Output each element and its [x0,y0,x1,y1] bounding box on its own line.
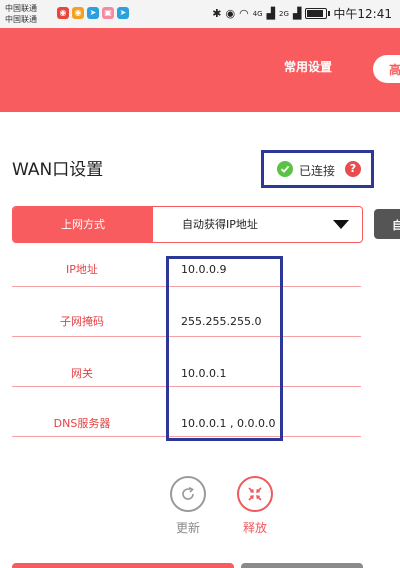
network-type-2: 2G [279,9,289,18]
help-icon[interactable]: ? [345,161,361,177]
info-label: 子网掩码 [60,315,104,328]
carrier-2: 中国联通 [5,15,37,24]
signal-2-icon: ▟ [292,6,302,20]
status-text: 已连接 [299,164,336,178]
refresh-label: 更新 [175,521,200,535]
info-label: 网关 [71,367,93,380]
eye-icon: ◉ [225,6,236,20]
network-type-1: 4G [252,9,263,18]
refresh-icon [182,486,194,500]
telegram-alt-icon: ➤ [117,7,129,19]
info-label: DNS服务器 [53,417,111,430]
app-notification-icon: ▣ [102,7,114,19]
cancel-button[interactable] [241,563,363,568]
release-action[interactable]: 释放 [233,476,277,536]
refresh-action[interactable]: 更新 [166,476,210,536]
status-bar: 中国联通 中国联通 ◉ ◉ ➤ ▣ ➤ ✱ ◉ ◠ 4G ▟ 2G ▟ 中午12… [0,0,400,28]
status-icons: ✱ ◉ ◠ 4G ▟ 2G ▟ 中午12:41 [212,5,392,22]
battery-icon [305,8,331,19]
wifi-icon: ◠ [239,6,249,20]
signal-icon: ▟ [266,6,276,20]
notification-icons: ◉ ◉ ➤ ▣ ➤ [57,7,129,19]
refresh-button[interactable] [170,476,206,512]
save-button[interactable] [12,563,234,568]
check-icon [277,161,293,177]
release-label: 释放 [242,521,267,535]
carrier-1: 中国联通 [5,4,37,13]
telegram-icon: ➤ [87,7,99,19]
info-label: IP地址 [66,263,98,276]
carrier-names: 中国联通 中国联通 [5,3,37,25]
release-button[interactable] [237,476,273,512]
bluetooth-icon: ✱ [212,6,222,20]
release-icon [248,487,262,501]
page-title: WAN口设置 [12,160,104,180]
connection-status: 已连接 ? [261,150,374,188]
clock: 中午12:41 [333,7,392,21]
side-button[interactable]: 自 [374,209,400,239]
values-highlight-box [166,256,283,441]
chevron-down-icon[interactable] [333,220,349,229]
app-header: 常用设置 高 [0,28,400,112]
weibo-icon: ◉ [57,7,69,19]
weibo-alt-icon: ◉ [72,7,84,19]
tab-advanced-settings[interactable]: 高 [373,55,400,83]
tab-common-settings[interactable]: 常用设置 [284,58,332,75]
